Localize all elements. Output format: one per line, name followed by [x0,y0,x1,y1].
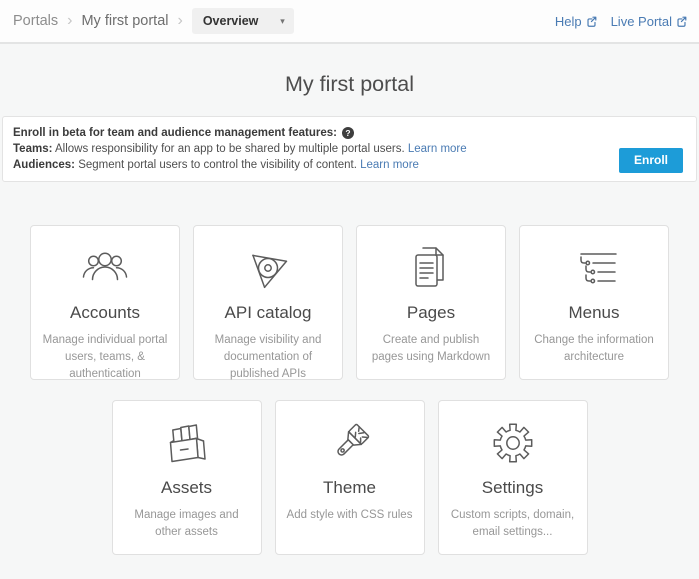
card-title: Theme [276,478,424,498]
audiences-learn-more-link[interactable]: Learn more [360,159,419,171]
teams-term: Teams: [13,143,52,155]
card-description: Create and publish pages using Markdown [357,332,505,366]
help-link-label: Help [555,14,582,29]
breadcrumb-separator-icon: › [177,13,182,29]
overview-dropdown[interactable]: Overview ▾ [192,8,294,34]
live-portal-link-label: Live Portal [611,14,672,29]
audiences-term: Audiences: [13,159,75,171]
menu-tree-icon [520,241,668,295]
card-theme[interactable]: Theme Add style with CSS rules [275,400,425,555]
card-assets[interactable]: Assets Manage images and other assets [112,400,262,555]
top-bar: Portals › My first portal › Overview ▾ H… [0,0,699,44]
teams-description: Allows responsibility for an app to be s… [55,143,405,155]
live-portal-link[interactable]: Live Portal [611,14,687,29]
card-description: Add style with CSS rules [276,507,424,524]
card-description: Manage visibility and documentation of p… [194,332,342,383]
breadcrumb-separator-icon: › [67,13,72,29]
card-title: Assets [113,478,261,498]
people-icon [31,241,179,295]
chevron-down-icon: ▾ [280,16,285,27]
overview-dropdown-label: Overview [203,14,259,28]
breadcrumb-portals[interactable]: Portals [13,13,58,29]
banner-heading: Enroll in beta for team and audience man… [13,125,586,141]
card-title: API catalog [194,303,342,323]
card-title: Pages [357,303,505,323]
topbar-links: Help Live Portal [555,14,687,29]
card-menus[interactable]: Menus Change the information architectur… [519,225,669,380]
cards-row-1: Accounts Manage individual portal users,… [0,225,699,380]
cards-row-2: Assets Manage images and other assets Th… [0,400,699,555]
card-description: Change the information architecture [520,332,668,366]
card-accounts[interactable]: Accounts Manage individual portal users,… [30,225,180,380]
card-api-catalog[interactable]: API catalog Manage visibility and docume… [193,225,343,380]
enroll-button[interactable]: Enroll [619,148,683,173]
content-area: My first portal Enroll in beta for team … [0,44,699,555]
card-title: Settings [439,478,587,498]
assets-box-icon [113,416,261,470]
card-description: Custom scripts, domain, email settings..… [439,507,587,541]
banner-audiences-line: Audiences: Segment portal users to contr… [13,157,586,173]
breadcrumb-portal-name[interactable]: My first portal [81,13,168,29]
card-settings[interactable]: Settings Custom scripts, domain, email s… [438,400,588,555]
page-title: My first portal [0,69,699,100]
pages-icon [357,241,505,295]
card-description: Manage images and other assets [113,507,261,541]
external-link-icon [676,16,687,27]
gear-icon [439,416,587,470]
audiences-description: Segment portal users to control the visi… [78,159,357,171]
card-description: Manage individual portal users, teams, &… [31,332,179,383]
teams-learn-more-link[interactable]: Learn more [408,143,467,155]
breadcrumb: Portals › My first portal › Overview ▾ [13,8,294,34]
banner-heading-text: Enroll in beta for team and audience man… [13,125,337,141]
external-link-icon [586,16,597,27]
card-pages[interactable]: Pages Create and publish pages using Mar… [356,225,506,380]
paintbrush-icon [276,416,424,470]
help-circle-icon[interactable]: ? [342,127,354,139]
card-title: Menus [520,303,668,323]
api-catalog-shutter-icon [194,241,342,295]
card-title: Accounts [31,303,179,323]
help-link[interactable]: Help [555,14,597,29]
beta-banner: Enroll in beta for team and audience man… [2,116,697,182]
banner-teams-line: Teams: Allows responsibility for an app … [13,141,586,157]
